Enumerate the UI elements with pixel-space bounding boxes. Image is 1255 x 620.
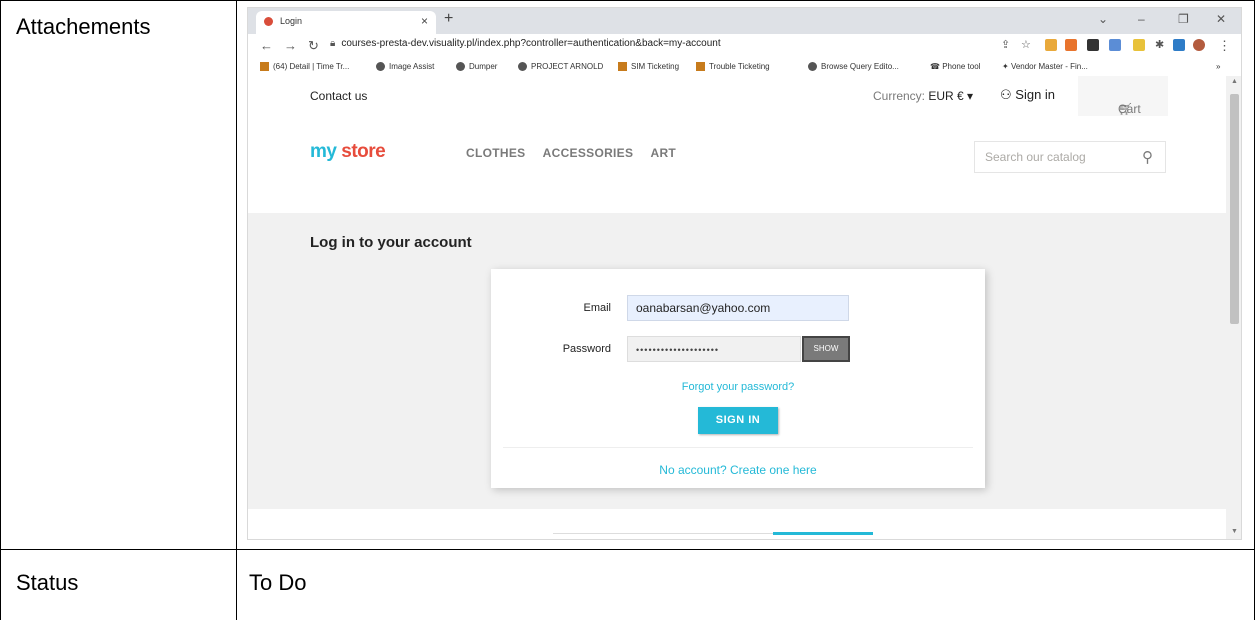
user-icon: ⚇ xyxy=(1000,87,1016,102)
menu-item-art[interactable]: ART xyxy=(651,146,677,160)
status-value: To Do xyxy=(249,570,307,595)
bookmark-item[interactable]: ✦ Vendor Master - Fin... xyxy=(1002,62,1088,71)
password-label: Password xyxy=(562,343,611,355)
restore-icon[interactable]: ❐ xyxy=(1178,12,1189,26)
scroll-down-icon[interactable]: ▼ xyxy=(1231,528,1238,535)
table-border-left xyxy=(0,0,1,620)
signin-button[interactable]: SIGN IN xyxy=(698,407,778,434)
table-column-divider xyxy=(236,0,237,620)
bookmark-item[interactable]: SIM Ticketing xyxy=(618,62,679,71)
extensions-puzzle-icon[interactable]: ✱ xyxy=(1155,38,1164,51)
menu-item-accessories[interactable]: ACCESSORIES xyxy=(543,146,634,160)
footer-button-edge xyxy=(773,532,873,535)
tab-close-icon[interactable]: × xyxy=(421,14,428,28)
login-section: Log in to your account Email oanabarsan@… xyxy=(248,213,1226,509)
page-scrollbar[interactable]: ▲ ▼ xyxy=(1226,76,1241,539)
url-text: courses-presta-dev.visuality.pl/index.ph… xyxy=(341,38,721,49)
main-menu: CLOTHES ACCESSORIES ART xyxy=(466,146,690,160)
bookmark-star-icon[interactable]: ☆ xyxy=(1021,38,1031,51)
scroll-thumb[interactable] xyxy=(1230,94,1239,324)
extension-icon[interactable] xyxy=(1087,39,1099,51)
minimize-icon[interactable]: – xyxy=(1138,12,1145,26)
extension-icon[interactable] xyxy=(1173,39,1185,51)
vendor-icon: ✦ xyxy=(1002,62,1011,71)
share-icon[interactable]: ⇪ xyxy=(1001,38,1010,51)
signin-link[interactable]: ⚇ Sign in xyxy=(1000,87,1055,103)
bookmark-item[interactable]: Browse Query Edito... xyxy=(808,62,899,71)
store-topbar: Contact us Currency: EUR € ▾ ⚇ Sign in 🛒… xyxy=(248,76,1226,130)
store-page: Contact us Currency: EUR € ▾ ⚇ Sign in 🛒… xyxy=(248,76,1226,539)
new-tab-icon[interactable]: + xyxy=(444,10,453,28)
create-account-link[interactable]: No account? Create one here xyxy=(491,463,985,477)
url-field[interactable]: 🔒︎ courses-presta-dev.visuality.pl/index.… xyxy=(330,38,970,54)
scroll-up-icon[interactable]: ▲ xyxy=(1231,78,1238,85)
email-field[interactable]: oanabarsan@yahoo.com xyxy=(627,295,849,321)
contact-link[interactable]: Contact us xyxy=(310,89,367,103)
footer-input-edge xyxy=(553,533,773,534)
bookmark-item[interactable]: Image Assist xyxy=(376,62,434,71)
cart-link[interactable]: 🛒︎ Cart (0) xyxy=(1078,76,1168,130)
form-divider xyxy=(503,447,973,448)
tab-title: Login xyxy=(280,16,303,26)
bookmark-favicon-icon xyxy=(696,62,705,71)
login-form: Email oanabarsan@yahoo.com Password ••••… xyxy=(491,269,985,488)
show-password-button[interactable]: SHOW xyxy=(802,336,850,362)
forgot-password-link[interactable]: Forgot your password? xyxy=(491,381,985,393)
store-logo[interactable]: my store xyxy=(310,141,386,163)
attachment-screenshot[interactable]: Login × + ⌄ – ❐ ✕ ← → ↻ 🔒︎ courses-presta… xyxy=(247,7,1242,540)
bookmark-item[interactable]: ☎ Phone tool xyxy=(930,62,980,71)
back-icon[interactable]: ← xyxy=(260,38,273,53)
extension-icon[interactable] xyxy=(1045,39,1057,51)
store-header: my store CLOTHES ACCESSORIES ART Search … xyxy=(248,116,1226,213)
catalog-search-input[interactable]: Search our catalog ⚲ xyxy=(974,141,1166,173)
extension-icon[interactable] xyxy=(1109,39,1121,51)
globe-icon xyxy=(456,62,465,71)
reload-icon[interactable]: ↻ xyxy=(308,38,319,54)
extension-icon[interactable] xyxy=(1133,39,1145,51)
bookmarks-more[interactable]: » xyxy=(1216,62,1220,71)
bookmark-favicon-icon xyxy=(260,62,269,71)
globe-icon xyxy=(808,62,817,71)
bookmark-item[interactable]: Dumper xyxy=(456,62,497,71)
bookmark-favicon-icon xyxy=(618,62,627,71)
profile-avatar-icon[interactable] xyxy=(1193,39,1205,51)
address-bar: ← → ↻ 🔒︎ courses-presta-dev.visuality.pl/… xyxy=(248,34,1241,58)
document-table: Attachements Status To Do Login × + ⌄ – … xyxy=(0,0,1255,620)
search-placeholder: Search our catalog xyxy=(985,150,1086,164)
page-title: Log in to your account xyxy=(310,234,472,251)
bookmarks-bar: (64) Detail | Time Tr... Image Assist Du… xyxy=(248,58,1241,77)
tab-favicon-icon xyxy=(264,17,273,26)
globe-icon xyxy=(376,62,385,71)
bookmark-item[interactable]: Trouble Ticketing xyxy=(696,62,770,71)
table-border-top xyxy=(0,0,1255,1)
password-field[interactable]: •••••••••••••••••••• xyxy=(627,336,801,362)
extension-login-icon[interactable] xyxy=(1065,39,1077,51)
lock-icon: 🔒︎ xyxy=(330,38,336,49)
email-label: Email xyxy=(583,302,611,314)
forward-icon[interactable]: → xyxy=(284,38,297,53)
tab-search-icon[interactable]: ⌄ xyxy=(1098,12,1108,26)
browser-tabbar: Login × + ⌄ – ❐ ✕ xyxy=(248,8,1241,34)
menu-item-clothes[interactable]: CLOTHES xyxy=(466,146,525,160)
phone-icon: ☎ xyxy=(930,62,943,71)
search-icon[interactable]: ⚲ xyxy=(1142,148,1153,166)
bookmark-item[interactable]: (64) Detail | Time Tr... xyxy=(260,62,349,71)
table-row-divider xyxy=(0,549,1255,550)
bookmark-item[interactable]: PROJECT ARNOLD xyxy=(518,62,603,71)
browser-menu-icon[interactable]: ⋮ xyxy=(1218,38,1231,54)
status-label: Status xyxy=(16,570,79,595)
browser-tab[interactable]: Login × xyxy=(256,11,436,34)
window-close-icon[interactable]: ✕ xyxy=(1216,12,1226,26)
globe-icon xyxy=(518,62,527,71)
currency-selector[interactable]: Currency: EUR € ▾ xyxy=(873,89,973,103)
attachments-label: Attachements xyxy=(16,14,151,39)
